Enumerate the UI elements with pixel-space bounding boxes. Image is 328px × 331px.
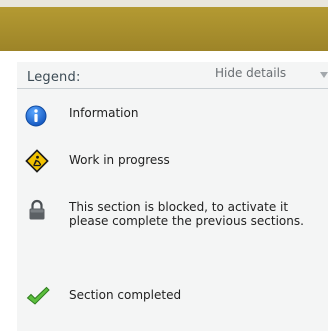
legend-panel: Legend: Hide details Information Work in…	[17, 62, 328, 331]
collapse-arrow-icon[interactable]	[320, 72, 328, 78]
checkmark-icon	[26, 286, 50, 308]
hide-details-link[interactable]: Hide details	[215, 66, 286, 80]
lock-icon	[28, 199, 46, 221]
legend-header: Legend: Hide details	[17, 62, 328, 89]
legend-item-label: Information	[69, 106, 139, 120]
legend-item-label: Work in progress	[69, 153, 170, 167]
info-icon	[25, 105, 47, 127]
legend-item-label: Section completed	[69, 288, 182, 302]
legend-title: Legend:	[27, 70, 81, 85]
legend-item-label: This section is blocked, to activate it …	[69, 200, 304, 228]
work-in-progress-icon	[25, 149, 49, 173]
header-bar	[0, 7, 328, 51]
top-border	[0, 0, 328, 7]
